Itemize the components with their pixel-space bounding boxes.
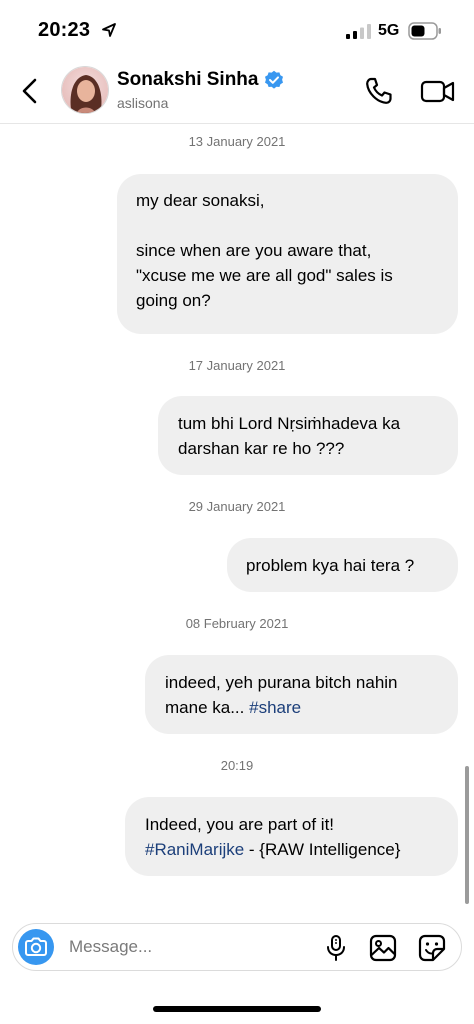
message-text: tum bhi Lord Nṛsiṁhadeva ka	[178, 414, 401, 433]
message-text: - {RAW Intelligence}	[244, 840, 401, 859]
status-bar: 20:23 5G	[0, 0, 474, 62]
hashtag-link[interactable]: #RaniMarijke	[145, 840, 244, 859]
date-separator: 17 January 2021	[188, 358, 286, 373]
signal-bars-icon	[346, 24, 371, 39]
chat-header: Sonakshi Sinha aslisona	[0, 62, 474, 124]
message-text: mane ka...	[165, 698, 250, 717]
message-text: Indeed, you are part of it!	[145, 815, 335, 834]
hashtag-link[interactable]: #share	[249, 698, 301, 717]
contact-name[interactable]: Sonakshi Sinha	[117, 69, 258, 91]
chevron-left-icon[interactable]	[16, 74, 44, 108]
verified-badge-icon	[265, 70, 283, 89]
camera-button[interactable]	[18, 929, 54, 965]
camera-icon	[25, 937, 47, 956]
video-camera-icon[interactable]	[420, 76, 456, 106]
date-separator: 29 January 2021	[188, 499, 286, 514]
status-time: 20:23	[38, 19, 91, 41]
network-type: 5G	[378, 22, 400, 39]
gallery-image-icon[interactable]	[368, 933, 398, 963]
message-bubble[interactable]: problem kya hai tera ?	[227, 538, 458, 592]
message-text: "xcuse me we are all god" sales is	[136, 266, 393, 285]
message-text: my dear sonaksi,	[136, 191, 265, 210]
message-bubble[interactable]: tum bhi Lord Nṛsiṁhadeva ka darshan kar …	[158, 396, 458, 475]
message-text-line: mane ka... #share	[165, 695, 458, 720]
message-text: problem kya hai tera ?	[246, 556, 415, 575]
message-text: indeed, yeh purana bitch nahin	[165, 673, 398, 692]
scrollbar[interactable]	[465, 766, 469, 904]
date-separator: 13 January 2021	[188, 134, 286, 149]
location-arrow-icon	[102, 23, 116, 37]
message-bubble[interactable]: indeed, yeh purana bitch nahin mane ka..…	[145, 655, 458, 734]
phone-icon[interactable]	[364, 76, 394, 106]
message-input[interactable]	[69, 936, 309, 958]
message-composer	[12, 923, 462, 971]
date-separator: 08 February 2021	[185, 616, 289, 631]
avatar-image	[62, 67, 108, 113]
home-indicator[interactable]	[153, 1006, 321, 1012]
sticker-icon[interactable]	[417, 933, 447, 963]
microphone-icon[interactable]	[324, 934, 348, 962]
message-text	[136, 213, 458, 238]
message-text: since when are you aware that,	[136, 241, 372, 260]
message-text: going on?	[136, 291, 211, 310]
message-bubble[interactable]: Indeed, you are part of it! #RaniMarijke…	[125, 797, 458, 876]
contact-handle[interactable]: aslisona	[117, 95, 168, 111]
message-text: darshan kar re ho ???	[178, 439, 345, 458]
battery-icon	[408, 22, 441, 40]
avatar[interactable]	[61, 66, 109, 114]
message-bubble[interactable]: my dear sonaksi, since when are you awar…	[117, 174, 458, 334]
message-text-line: #RaniMarijke - {RAW Intelligence}	[145, 837, 458, 862]
timestamp: 20:19	[220, 758, 254, 773]
